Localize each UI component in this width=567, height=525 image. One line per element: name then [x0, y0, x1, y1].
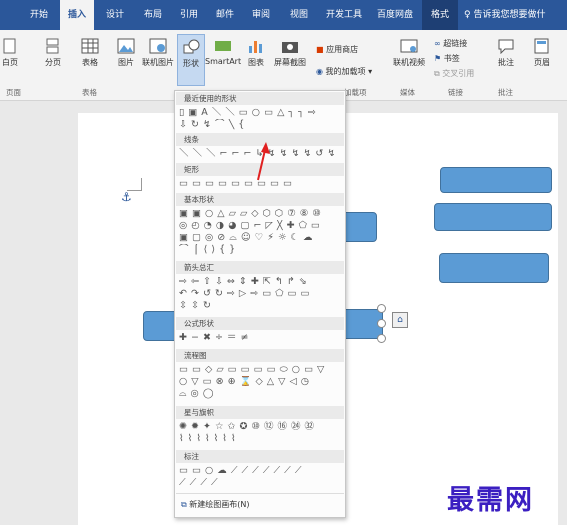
camera-icon	[282, 42, 298, 53]
stars-shapes-row[interactable]: ✺ ✹ ✦ ☆ ✩ ✪ ⑩ ⑫ ⑯ ㉔ ㉜	[179, 421, 341, 433]
red-pointer-arrow-icon	[257, 142, 270, 181]
tab-design[interactable]: 设计	[98, 0, 132, 30]
section-stars-banners: 星与旗帜	[176, 406, 344, 419]
online-video-button[interactable]: 联机视频	[390, 38, 428, 68]
tab-insert[interactable]: 插入	[60, 0, 94, 30]
table-button[interactable]: 表格	[78, 38, 102, 68]
online-picture-icon	[149, 38, 167, 54]
smartart-button[interactable]: SmartArt	[205, 38, 241, 66]
blank-page-button[interactable]: 白页	[0, 38, 22, 68]
paragraph-anchor-icon: ⚓	[121, 190, 132, 204]
shapes-icon	[183, 39, 200, 54]
my-addins-button[interactable]: ◉ 我的加载项 ▾	[316, 66, 382, 77]
link-icon: ∞	[434, 39, 441, 48]
tab-mailings[interactable]: 邮件	[208, 0, 242, 30]
banners-shapes-row[interactable]: ⌇ ⌇ ⌇ ⌇ ⌇ ⌇ ⌇	[179, 433, 341, 445]
video-icon	[400, 39, 418, 53]
group-label-tables: 表格	[82, 88, 97, 97]
shape-rounded-rect-3[interactable]	[439, 253, 549, 283]
resize-handle[interactable]	[377, 319, 386, 328]
resize-handle[interactable]	[377, 304, 386, 313]
group-label-comments: 批注	[498, 88, 513, 97]
screenshot-button[interactable]: 屏幕截图	[270, 38, 310, 68]
picture-icon	[117, 38, 135, 54]
page-break-icon	[46, 38, 59, 54]
comment-button[interactable]: 批注	[494, 38, 518, 68]
section-flowchart: 流程图	[176, 349, 344, 362]
section-callouts: 标注	[176, 450, 344, 463]
comment-icon	[498, 39, 514, 54]
online-picture-button[interactable]: 联机图片	[139, 38, 177, 68]
shape-rounded-rect-2[interactable]	[434, 203, 552, 231]
resize-handle[interactable]	[377, 334, 386, 343]
tab-review[interactable]: 审阅	[244, 0, 278, 30]
tab-baidu-netdisk[interactable]: 百度网盘	[372, 0, 418, 30]
header-icon	[534, 38, 549, 54]
group-label-addins: 加载项	[344, 88, 367, 97]
group-label-pages: 页面	[6, 88, 21, 97]
basic-shapes-row[interactable]: ⌒ ⎧ ⟨ ⟩ { }	[179, 244, 341, 256]
chevron-down-icon: ▾	[365, 67, 373, 76]
equation-shapes-row[interactable]: ✚ − ✖ ÷ ＝ ≠	[179, 332, 341, 344]
canvas-icon: ⧉	[181, 500, 187, 509]
chart-button[interactable]: 图表	[245, 38, 267, 68]
crossref-icon: ⧉	[434, 69, 440, 78]
group-label-media: 媒体	[400, 88, 415, 97]
layout-options-button[interactable]: ⌂	[392, 312, 408, 328]
shapes-button[interactable]: 形状	[177, 34, 205, 86]
tab-developer[interactable]: 开发工具	[320, 0, 368, 30]
smartart-icon	[215, 41, 231, 51]
picture-button[interactable]: 图片	[115, 38, 137, 68]
tell-me-text: 告诉我您想要做什	[473, 10, 546, 20]
section-basic-shapes: 基本形状	[176, 193, 344, 206]
basic-shapes-row[interactable]: ◎ ◴ ◔ ◑ ◕ ▢ ⌐ ◸ ╳ ✚ ⬠ ▭	[179, 220, 341, 232]
section-recent: 最近使用的形状	[176, 92, 344, 105]
arrow-shapes-row[interactable]: ↶ ↷ ↺ ↻ ⇨ ▷ ⇨ ▭ ⬠ ▭ ▭	[179, 288, 341, 300]
blank-page-icon	[3, 38, 16, 54]
new-canvas-label: 新建绘图画布(N)	[189, 500, 250, 509]
arrow-shapes-row[interactable]: ⇳ ⇳ ↻	[179, 300, 341, 312]
new-drawing-canvas-item[interactable]: ⧉ 新建绘图画布(N)	[181, 499, 250, 510]
group-label-links: 链接	[448, 88, 463, 97]
table-icon	[81, 38, 99, 54]
flowchart-shapes-row[interactable]: ○ ▽ ▭ ⊗ ⊕ ⌛ ◇ △ ▽ ◁ ◷	[179, 376, 341, 388]
callout-shapes-row[interactable]: ⟋ ⟋ ⟋ ⟋	[179, 477, 341, 489]
recent-shapes-row[interactable]: ▯ ▣ A ＼ ＼ ▭ ○ ▭ △ ┐ ┐ ⇨	[179, 107, 341, 119]
tab-references[interactable]: 引用	[172, 0, 206, 30]
ribbon-tab-bar: 开始 插入 设计 布局 引用 邮件 审阅 视图 开发工具 百度网盘 格式 ♀ 告…	[0, 0, 567, 30]
store-button[interactable]: ■ 应用商店	[316, 44, 376, 55]
basic-shapes-row[interactable]: ▣ ▣ ○ △ ▱ ▱ ◇ ⬡ ⬡ ⑦ ⑧ ⑩	[179, 208, 341, 220]
bookmark-icon: ⚑	[434, 54, 442, 63]
watermark-logo: 最需网	[447, 485, 534, 516]
header-button[interactable]: 页眉	[528, 38, 556, 68]
basic-shapes-row[interactable]: ▣ ▢ ◎ ⊘ ⌓ ☺ ♡ ⚡ ☼ ☾ ☁	[179, 232, 341, 244]
tab-view[interactable]: 视图	[282, 0, 316, 30]
section-block-arrows: 箭头总汇	[176, 261, 344, 274]
tell-me-search[interactable]: ♀ 告诉我您想要做什	[464, 0, 564, 30]
addins-icon: ◉	[316, 67, 323, 76]
recent-shapes-row[interactable]: ⇩ ↻ ↯ ⌒ ╲ {	[179, 119, 341, 131]
paragraph-mark	[127, 178, 142, 191]
section-equation-shapes: 公式形状	[176, 317, 344, 330]
flowchart-shapes-row[interactable]: ▭ ▭ ◇ ▱ ▭ ▭ ▭ ▭ ⬭ ○ ▭ ▽	[179, 364, 341, 376]
tab-format[interactable]: 格式	[422, 0, 458, 30]
chart-icon	[249, 41, 262, 53]
callout-shapes-row[interactable]: ▭ ▭ ○ ☁ ⟋ ⟋ ⟋ ⟋ ⟋ ⟋ ⟋	[179, 465, 341, 477]
lightbulb-icon: ♀	[464, 10, 471, 20]
arrow-shapes-row[interactable]: ⇨ ⇦ ⇧ ⇩ ⇔ ⇕ ✚ ⇱ ↰ ↱ ⇘	[179, 276, 341, 288]
shape-rounded-rect-1[interactable]	[440, 167, 552, 193]
bookmark-button[interactable]: ⚑ 书签	[434, 53, 484, 64]
store-icon: ■	[316, 45, 324, 54]
page-break-button[interactable]: 分页	[42, 38, 64, 68]
menu-divider	[176, 493, 344, 494]
hyperlink-button[interactable]: ∞ 超链接	[434, 38, 484, 49]
tab-home[interactable]: 开始	[22, 0, 56, 30]
flowchart-shapes-row[interactable]: ⌓ ◎ ◯	[179, 388, 341, 400]
tab-layout[interactable]: 布局	[136, 0, 170, 30]
crossref-button[interactable]: ⧉ 交叉引用	[434, 68, 484, 79]
